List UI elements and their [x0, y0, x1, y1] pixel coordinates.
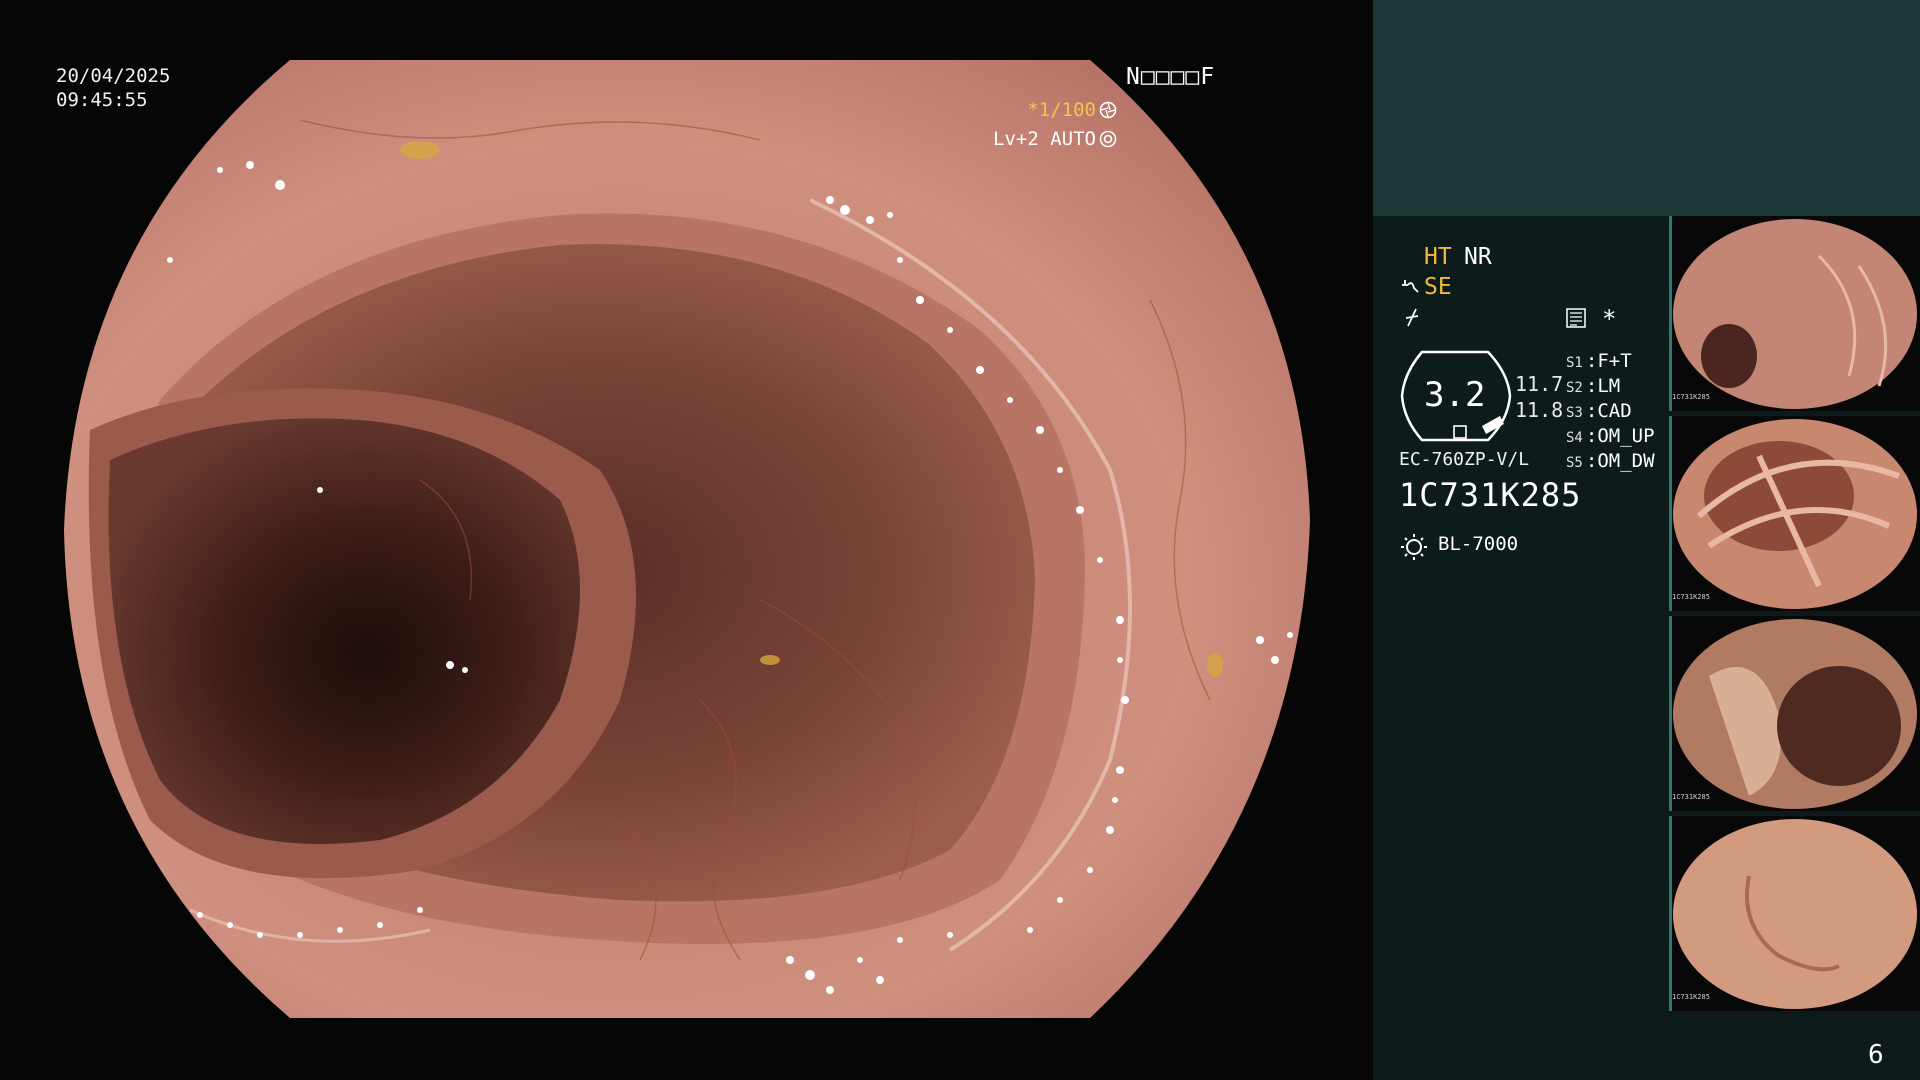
document-icon	[1566, 308, 1586, 328]
ht-indicator: HT	[1424, 244, 1452, 270]
thumbnail-image	[1669, 816, 1920, 1011]
thumbnail[interactable]: 1C731K285	[1669, 616, 1920, 811]
auto-icon	[1099, 130, 1117, 148]
thumbnail-marker	[1669, 216, 1672, 411]
nr-indicator: NR	[1464, 244, 1492, 270]
time-text: 09:45:55	[56, 89, 148, 111]
switch-value: LM	[1597, 375, 1621, 397]
date-time: 20/04/2025 09:45:55	[56, 64, 170, 112]
mode-code: N□□□□F	[1126, 64, 1216, 90]
date-text: 20/04/2025	[56, 65, 171, 87]
thumbnail-marker	[1669, 616, 1672, 811]
thumbnail-marker	[1669, 816, 1672, 1011]
switch-key: S2	[1566, 380, 1583, 396]
light-source-icon	[1401, 534, 1427, 560]
thumbnail-strip: 1C731K285 1C731K285 1C731K285 1C731K285	[1669, 216, 1920, 1016]
switch-value: OM_UP	[1597, 425, 1655, 447]
thumbnail-image	[1669, 616, 1920, 811]
panel-header-block	[1373, 0, 1920, 216]
thumbnail-serial: 1C731K285	[1672, 793, 1710, 801]
page-number: 6	[1868, 1040, 1884, 1070]
zoom-value: 3.2	[1424, 375, 1486, 415]
color-enhance-icon	[1405, 308, 1419, 327]
thumbnail[interactable]: 1C731K285	[1669, 416, 1920, 611]
switch-key: S1	[1566, 355, 1583, 371]
scope-serial: 1C731K285	[1399, 476, 1582, 514]
switch-value: OM_DW	[1597, 450, 1655, 472]
thumbnail-serial: 1C731K285	[1672, 593, 1710, 601]
switch-value: F+T	[1597, 350, 1632, 372]
switch-value: CAD	[1597, 400, 1632, 422]
switch-key: S4	[1566, 430, 1583, 446]
thumbnail-image	[1669, 416, 1920, 611]
star-indicator: *	[1602, 305, 1617, 333]
level-text: Lv+2 AUTO	[993, 128, 1096, 150]
shutter-text: *1/100	[1027, 99, 1096, 121]
switch-row: S1:F+T	[1566, 350, 1632, 372]
rate-value: 11.7	[1515, 372, 1564, 396]
endoscope-image	[64, 60, 1310, 1018]
scope-model: EC-760ZP-V/L	[1399, 449, 1530, 470]
thumbnail[interactable]: 1C731K285	[1669, 216, 1920, 411]
switch-key: S3	[1566, 405, 1583, 421]
switch-row: S5:OM_DW	[1566, 450, 1655, 472]
thumbnail[interactable]: 1C731K285	[1669, 816, 1920, 1011]
thumbnail-serial: 1C731K285	[1672, 393, 1710, 401]
brightness-level: Lv+2 AUTO	[993, 128, 1117, 150]
shutter-speed: *1/100	[1027, 99, 1117, 121]
rate-value: 11.8	[1515, 398, 1564, 422]
se-indicator: SE	[1424, 274, 1452, 300]
thumbnail-serial: 1C731K285	[1672, 993, 1710, 1001]
shutter-icon	[1099, 101, 1117, 119]
switch-key: S5	[1566, 455, 1583, 471]
thumbnail-marker	[1669, 416, 1672, 611]
switch-row: S3:CAD	[1566, 400, 1632, 422]
thumbnail-image	[1669, 216, 1920, 411]
endoscope-view: 20/04/2025 09:45:55 N□□□□F *1/100 Lv+2 A…	[0, 0, 1373, 1080]
structure-enhance-icon	[1402, 280, 1419, 293]
light-source-label: BL-7000	[1438, 533, 1519, 555]
switch-row: S4:OM_UP	[1566, 425, 1655, 447]
switch-row: S2:LM	[1566, 375, 1621, 397]
